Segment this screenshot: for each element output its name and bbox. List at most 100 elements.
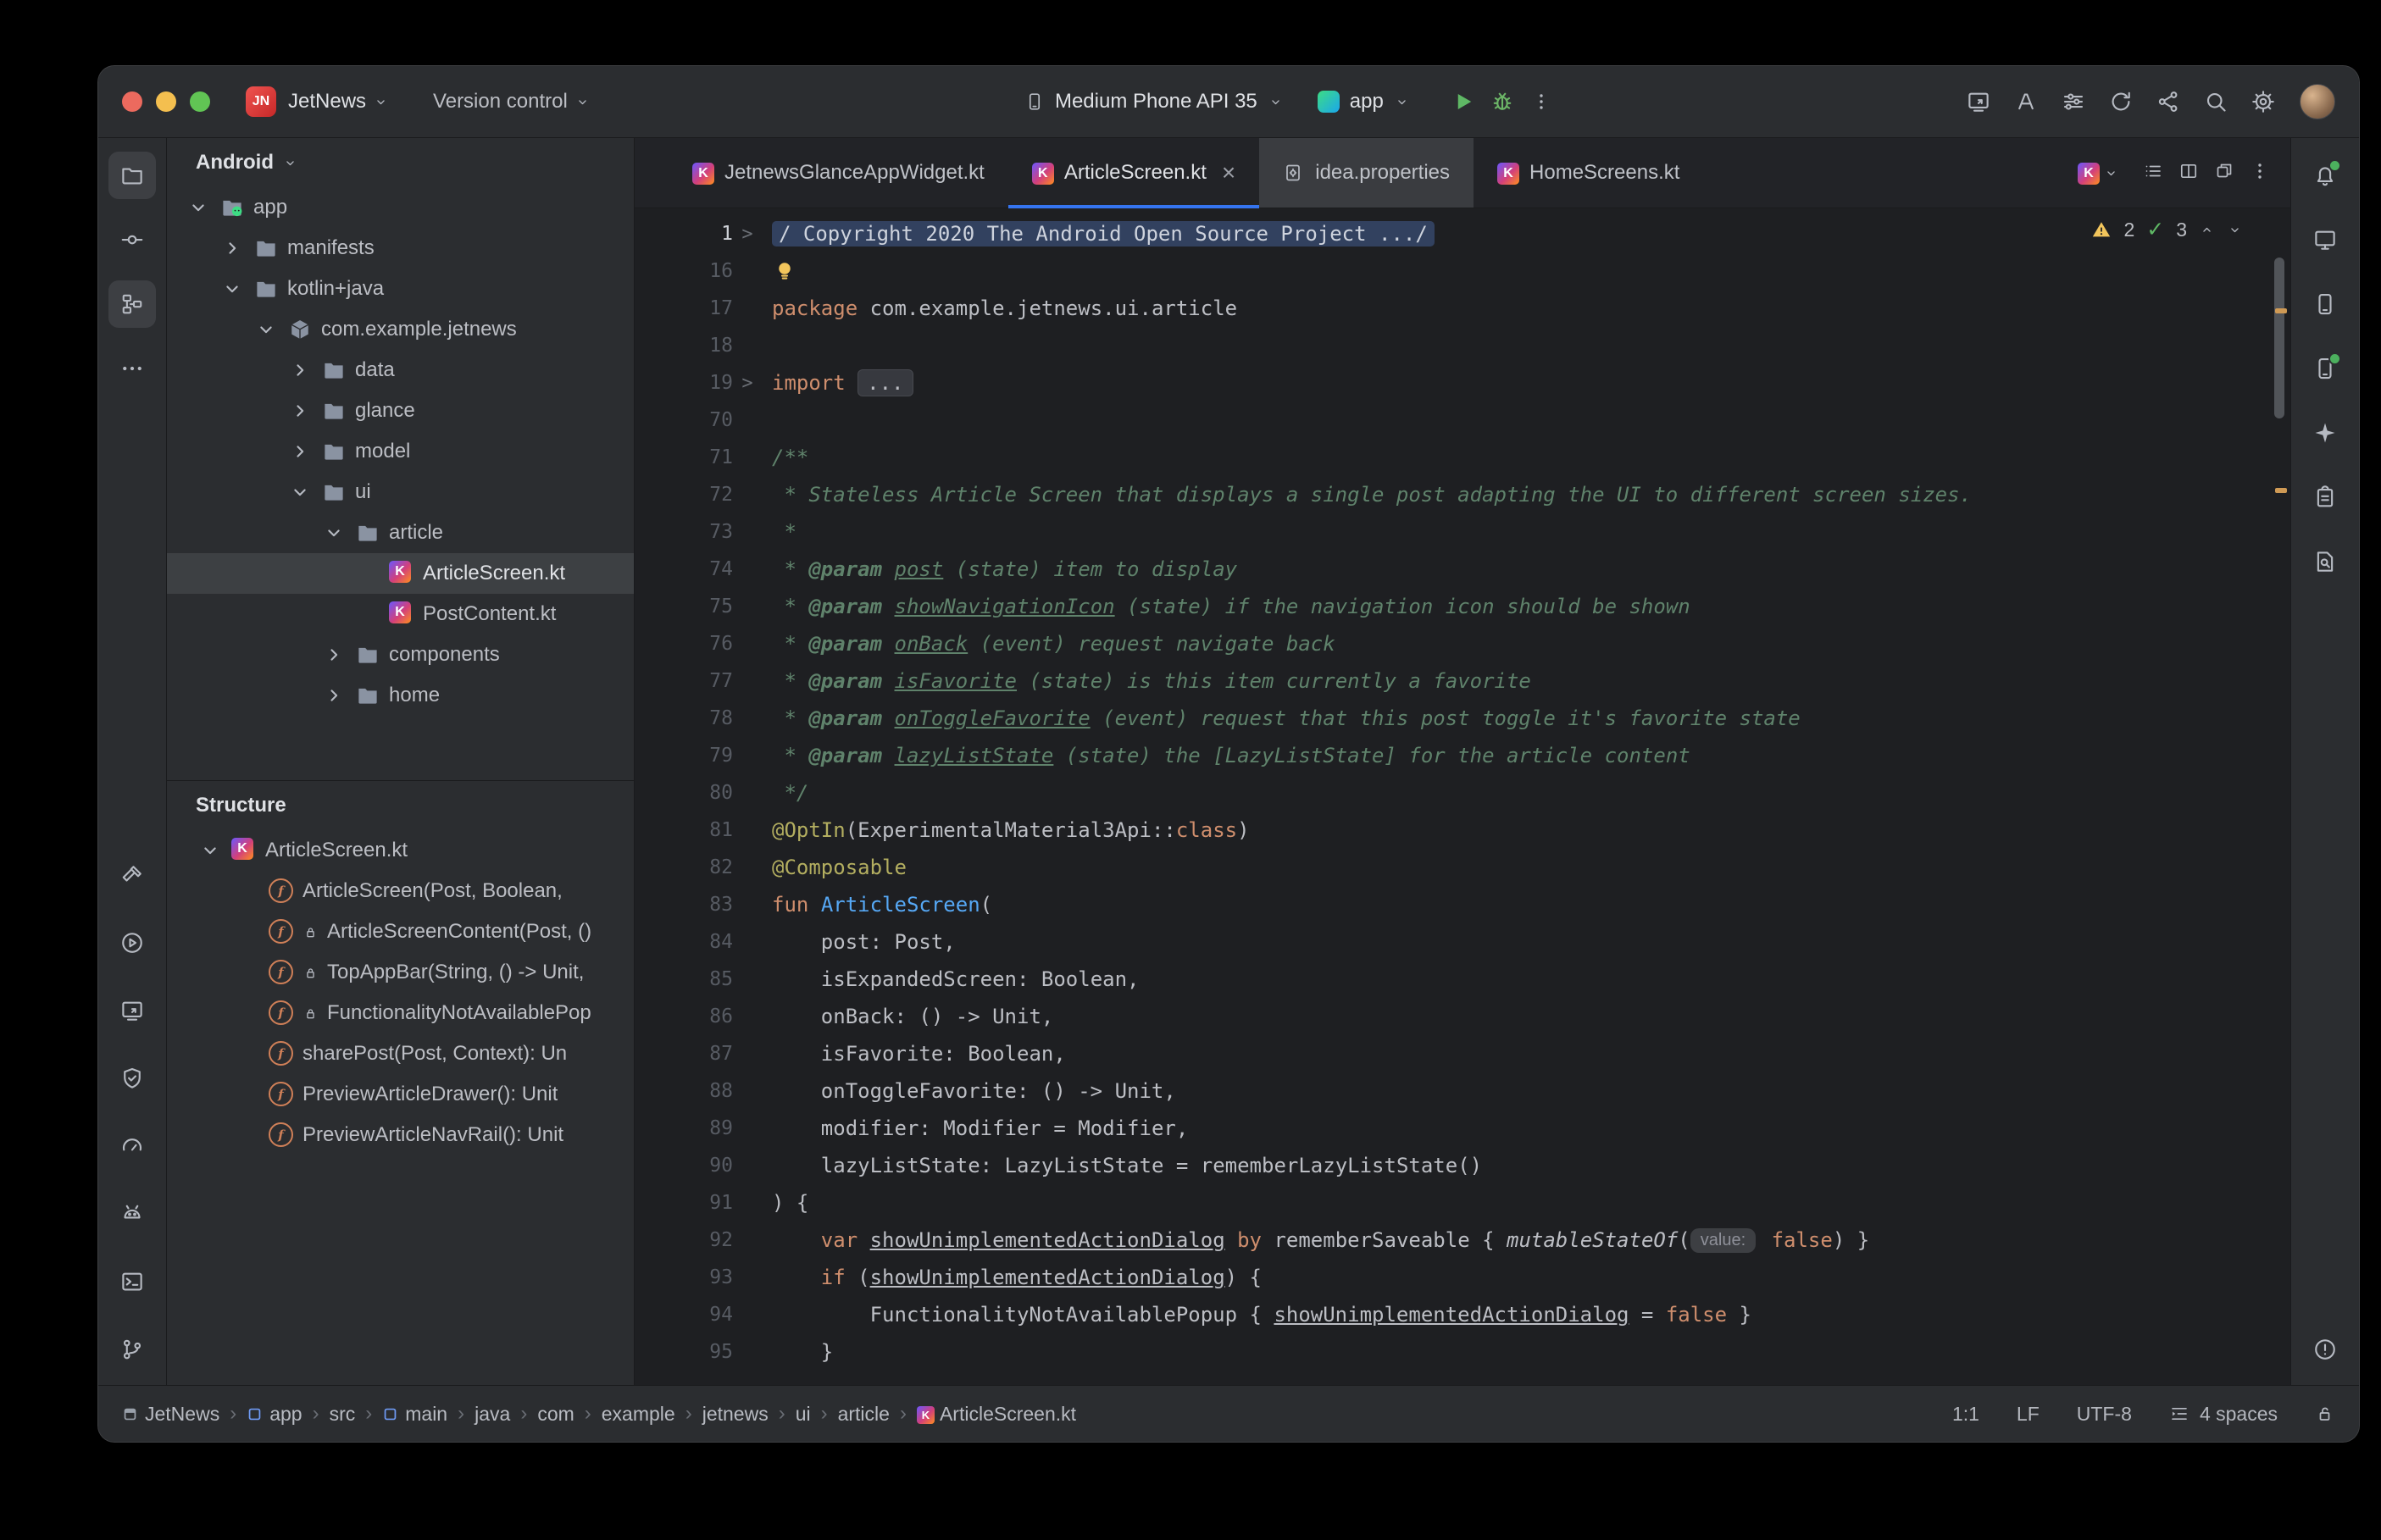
code-line-92[interactable]: 92 var showUnimplementedActionDialog by … bbox=[635, 1221, 2290, 1259]
recent-file-dropdown[interactable]: K bbox=[2078, 163, 2119, 183]
fold-arrow-icon[interactable]: > bbox=[733, 373, 762, 394]
unlock-icon[interactable] bbox=[2315, 1404, 2335, 1424]
tree-item-kotlin-java[interactable]: kotlin+java bbox=[167, 269, 634, 309]
breadcrumb-app[interactable]: app bbox=[247, 1403, 302, 1426]
warning-stripe-mark[interactable] bbox=[2275, 308, 2287, 313]
logcat-button[interactable] bbox=[108, 1190, 156, 1238]
line-number[interactable]: 86 bbox=[635, 1005, 762, 1028]
code-line-80[interactable]: 80 */ bbox=[635, 774, 2290, 812]
line-number[interactable]: 78 bbox=[635, 707, 762, 729]
breadcrumb-jetnews[interactable]: JetNews bbox=[122, 1403, 219, 1426]
code-line-84[interactable]: 84 post: Post, bbox=[635, 923, 2290, 961]
tree-item-glance[interactable]: glance bbox=[167, 391, 634, 431]
line-number[interactable]: 82 bbox=[635, 856, 762, 878]
commit-button[interactable] bbox=[108, 216, 156, 263]
structure-root-articlescreen-kt[interactable]: KArticleScreen.kt bbox=[167, 830, 634, 871]
user-avatar[interactable] bbox=[2300, 84, 2335, 119]
ai-assist-button[interactable] bbox=[2006, 82, 2045, 121]
line-number[interactable]: 71 bbox=[635, 446, 762, 468]
line-number[interactable]: 94 bbox=[635, 1304, 762, 1326]
code-line-1[interactable]: 1>/ Copyright 2020 The Android Open Sour… bbox=[635, 215, 2290, 252]
line-number[interactable]: 85 bbox=[635, 968, 762, 990]
fold-arrow-icon[interactable]: > bbox=[733, 224, 762, 245]
pull-request-button[interactable] bbox=[2149, 82, 2188, 121]
code-line-71[interactable]: 71/** bbox=[635, 439, 2290, 476]
structure-item-previewarticledrawer-unit[interactable]: fPreviewArticleDrawer(): Unit bbox=[167, 1074, 634, 1115]
code-line-73[interactable]: 73 * bbox=[635, 513, 2290, 551]
line-number[interactable]: 90 bbox=[635, 1155, 762, 1177]
debug-button[interactable] bbox=[1483, 82, 1522, 121]
device-manager-button[interactable] bbox=[2301, 345, 2349, 392]
tab-jetnewsglanceappwidget-kt[interactable]: KJetnewsGlanceAppWidget.kt bbox=[669, 138, 1008, 208]
code-line-79[interactable]: 79 * @param lazyListState (state) the [L… bbox=[635, 737, 2290, 774]
code-line-86[interactable]: 86 onBack: () -> Unit, bbox=[635, 998, 2290, 1035]
code-line-72[interactable]: 72 * Stateless Article Screen that displ… bbox=[635, 476, 2290, 513]
detach-editor-button[interactable] bbox=[2214, 161, 2234, 186]
more-windows-button[interactable] bbox=[108, 345, 156, 392]
code-line-83[interactable]: 83fun ArticleScreen( bbox=[635, 886, 2290, 923]
structure-item-previewarticlenavrail-unit[interactable]: fPreviewArticleNavRail(): Unit bbox=[167, 1115, 634, 1155]
code-line-85[interactable]: 85 isExpandedScreen: Boolean, bbox=[635, 961, 2290, 998]
structure-item-sharepost-post-context-un[interactable]: fsharePost(Post, Context): Un bbox=[167, 1033, 634, 1074]
sync-project-button[interactable] bbox=[2101, 82, 2140, 121]
warning-stripe-mark[interactable] bbox=[2275, 488, 2287, 493]
line-number[interactable]: 81 bbox=[635, 819, 762, 841]
line-number[interactable]: 73 bbox=[635, 521, 762, 543]
line-separator[interactable]: LF bbox=[2017, 1403, 2040, 1426]
settings-button[interactable] bbox=[2244, 82, 2283, 121]
code-line-94[interactable]: 94 FunctionalityNotAvailablePopup { show… bbox=[635, 1296, 2290, 1333]
previous-issue-icon[interactable] bbox=[2199, 222, 2215, 238]
notifications-button[interactable] bbox=[2301, 152, 2349, 199]
breadcrumb-ui[interactable]: ui bbox=[796, 1403, 811, 1426]
breadcrumb-com[interactable]: com bbox=[537, 1403, 574, 1426]
split-editor-button[interactable] bbox=[2178, 161, 2199, 186]
breadcrumb-example[interactable]: example bbox=[602, 1403, 675, 1426]
breadcrumb-jetnews[interactable]: jetnews bbox=[702, 1403, 769, 1426]
intention-bulb-icon[interactable] bbox=[772, 258, 797, 284]
code-line-19[interactable]: 19>import ... bbox=[635, 364, 2290, 402]
device-selector[interactable]: Medium Phone API 35 bbox=[1024, 90, 1284, 114]
caret-position[interactable]: 1:1 bbox=[1952, 1403, 1979, 1426]
line-number[interactable]: 19> bbox=[635, 372, 762, 394]
profiler-button[interactable] bbox=[108, 1122, 156, 1170]
tree-item-app[interactable]: app bbox=[167, 187, 634, 228]
run-config-selector[interactable]: app bbox=[1318, 90, 1410, 114]
app-inspection-button[interactable] bbox=[108, 1055, 156, 1102]
code-line-82[interactable]: 82@Composable bbox=[635, 849, 2290, 886]
terminal-button[interactable] bbox=[108, 1258, 156, 1305]
code-line-75[interactable]: 75 * @param showNavigationIcon (state) i… bbox=[635, 588, 2290, 625]
line-number[interactable]: 88 bbox=[635, 1080, 762, 1102]
line-number[interactable]: 91 bbox=[635, 1192, 762, 1214]
line-number[interactable]: 92 bbox=[635, 1229, 762, 1251]
run-button[interactable] bbox=[108, 919, 156, 967]
line-number[interactable]: 89 bbox=[635, 1117, 762, 1139]
tree-item-data[interactable]: data bbox=[167, 350, 634, 391]
line-number[interactable]: 18 bbox=[635, 335, 762, 357]
breadcrumb-main[interactable]: main bbox=[382, 1403, 447, 1426]
tab-articlescreen-kt[interactable]: KArticleScreen.kt× bbox=[1008, 138, 1259, 208]
structure-button[interactable] bbox=[108, 280, 156, 328]
line-number[interactable]: 17 bbox=[635, 297, 762, 319]
inspections-widget[interactable]: 2 ✓ 3 bbox=[2091, 217, 2243, 242]
device-mirror-button[interactable] bbox=[108, 987, 156, 1034]
project-view-selector[interactable]: Android bbox=[167, 138, 634, 187]
tab-homescreens-kt[interactable]: KHomeScreens.kt bbox=[1474, 138, 1703, 208]
code-line-18[interactable]: 18 bbox=[635, 327, 2290, 364]
code-line-78[interactable]: 78 * @param onToggleFavorite (event) req… bbox=[635, 700, 2290, 737]
code-line-89[interactable]: 89 modifier: Modifier = Modifier, bbox=[635, 1110, 2290, 1147]
line-number[interactable]: 75 bbox=[635, 596, 762, 618]
structure-item-articlescreen-post-boolean[interactable]: fArticleScreen(Post, Boolean, bbox=[167, 871, 634, 911]
breadcrumb-src[interactable]: src bbox=[330, 1403, 356, 1426]
line-number[interactable]: 76 bbox=[635, 633, 762, 655]
code-line-17[interactable]: 17package com.example.jetnews.ui.article bbox=[635, 290, 2290, 327]
code-line-88[interactable]: 88 onToggleFavorite: () -> Unit, bbox=[635, 1072, 2290, 1110]
search-everywhere-button[interactable] bbox=[2196, 82, 2235, 121]
code-line-76[interactable]: 76 * @param onBack (event) request navig… bbox=[635, 625, 2290, 662]
project-widget[interactable]: JetNews bbox=[288, 90, 389, 114]
tree-item-article[interactable]: article bbox=[167, 512, 634, 553]
line-number[interactable]: 1> bbox=[635, 223, 762, 245]
tree-item-ui[interactable]: ui bbox=[167, 472, 634, 512]
code-line-91[interactable]: 91) { bbox=[635, 1184, 2290, 1221]
editor[interactable]: 1>/ Copyright 2020 The Android Open Sour… bbox=[635, 208, 2290, 1385]
code-line-90[interactable]: 90 lazyListState: LazyListState = rememb… bbox=[635, 1147, 2290, 1184]
